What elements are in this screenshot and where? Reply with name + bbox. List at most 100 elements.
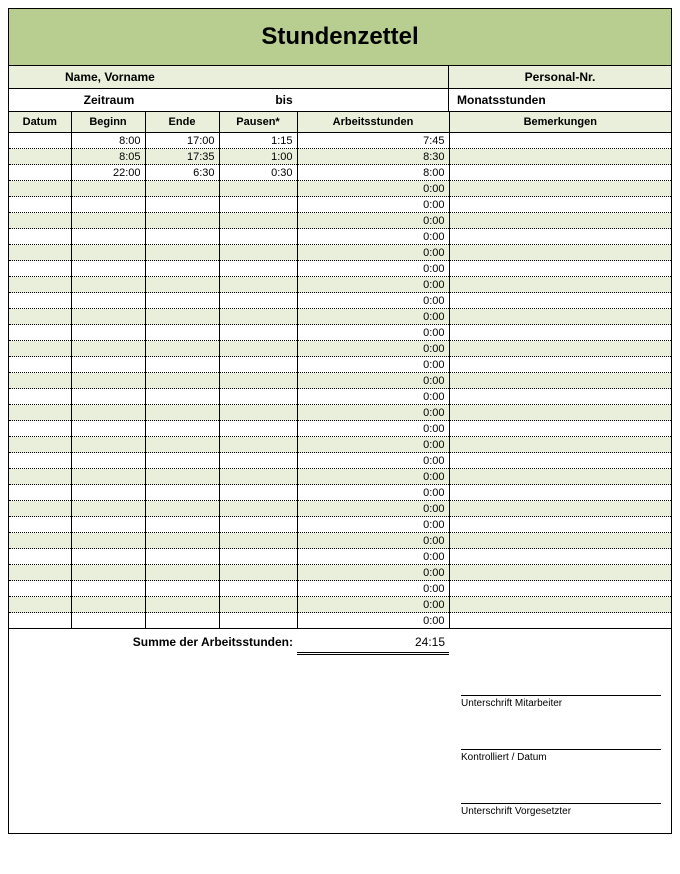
cell-datum: [9, 165, 71, 181]
cell-ende: [145, 245, 219, 261]
cell-arbeit: 0:00: [297, 581, 449, 597]
cell-arbeit: 0:00: [297, 469, 449, 485]
cell-bemerk: [449, 389, 671, 405]
page-title: Stundenzettel: [9, 23, 671, 51]
cell-ende: [145, 453, 219, 469]
cell-pausen: [219, 421, 297, 437]
cell-beginn: [71, 357, 145, 373]
cell-ende: [145, 229, 219, 245]
cell-bemerk: [449, 565, 671, 581]
col-beginn: Beginn: [71, 112, 145, 133]
cell-arbeit: 8:00: [297, 165, 449, 181]
cell-arbeit: 0:00: [297, 597, 449, 613]
cell-datum: [9, 533, 71, 549]
cell-bemerk: [449, 597, 671, 613]
table-row: 0:00: [9, 597, 671, 613]
cell-beginn: [71, 421, 145, 437]
cell-ende: [145, 533, 219, 549]
cell-datum: [9, 373, 71, 389]
cell-pausen: [219, 213, 297, 229]
cell-beginn: [71, 469, 145, 485]
cell-ende: [145, 213, 219, 229]
table-row: 8:0017:001:157:45: [9, 133, 671, 149]
title-bar: Stundenzettel: [9, 9, 671, 66]
table-row: 22:006:300:308:00: [9, 165, 671, 181]
cell-arbeit: 0:00: [297, 437, 449, 453]
cell-ende: [145, 485, 219, 501]
table-row: 0:00: [9, 389, 671, 405]
sig-label-vorgesetzter: Unterschrift Vorgesetzter: [461, 803, 661, 817]
table-row: 0:00: [9, 341, 671, 357]
label-bis: bis: [209, 89, 359, 111]
cell-datum: [9, 597, 71, 613]
cell-ende: [145, 501, 219, 517]
table-row: 0:00: [9, 181, 671, 197]
label-name: Name, Vorname: [9, 66, 449, 88]
cell-arbeit: 7:45: [297, 133, 449, 149]
cell-datum: [9, 389, 71, 405]
cell-pausen: [219, 261, 297, 277]
cell-datum: [9, 549, 71, 565]
cell-arbeit: 0:00: [297, 517, 449, 533]
hours-table: Datum Beginn Ende Pausen* Arbeitsstunden…: [9, 112, 671, 629]
cell-datum: [9, 245, 71, 261]
col-datum: Datum: [9, 112, 71, 133]
cell-bemerk: [449, 613, 671, 629]
cell-bemerk: [449, 501, 671, 517]
cell-beginn: [71, 325, 145, 341]
cell-beginn: [71, 277, 145, 293]
cell-arbeit: 0:00: [297, 533, 449, 549]
cell-pausen: [219, 501, 297, 517]
cell-beginn: [71, 213, 145, 229]
cell-datum: [9, 581, 71, 597]
cell-beginn: [71, 533, 145, 549]
cell-beginn: [71, 485, 145, 501]
sig-label-kontrolliert: Kontrolliert / Datum: [461, 749, 661, 763]
table-row: 0:00: [9, 533, 671, 549]
table-row: 0:00: [9, 197, 671, 213]
cell-beginn: [71, 501, 145, 517]
table-row: 0:00: [9, 613, 671, 629]
timesheet: Stundenzettel Name, Vorname Personal-Nr.…: [8, 8, 672, 834]
cell-pausen: [219, 325, 297, 341]
cell-datum: [9, 261, 71, 277]
cell-datum: [9, 181, 71, 197]
cell-arbeit: 0:00: [297, 373, 449, 389]
cell-pausen: [219, 197, 297, 213]
cell-beginn: 22:00: [71, 165, 145, 181]
cell-ende: [145, 293, 219, 309]
table-row: 0:00: [9, 357, 671, 373]
cell-pausen: [219, 277, 297, 293]
sum-label: Summe der Arbeitsstunden:: [9, 629, 297, 655]
cell-beginn: [71, 197, 145, 213]
label-monatsstunden: Monatsstunden: [449, 89, 671, 111]
cell-beginn: [71, 389, 145, 405]
col-arbeitsstunden: Arbeitsstunden: [297, 112, 449, 133]
cell-ende: [145, 261, 219, 277]
table-row: 0:00: [9, 405, 671, 421]
table-row: 0:00: [9, 437, 671, 453]
table-row: 0:00: [9, 421, 671, 437]
cell-bemerk: [449, 181, 671, 197]
cell-bemerk: [449, 309, 671, 325]
cell-datum: [9, 437, 71, 453]
cell-datum: [9, 421, 71, 437]
cell-arbeit: 8:30: [297, 149, 449, 165]
cell-ende: [145, 357, 219, 373]
cell-bemerk: [449, 149, 671, 165]
cell-ende: [145, 597, 219, 613]
cell-ende: 17:35: [145, 149, 219, 165]
cell-ende: [145, 517, 219, 533]
cell-arbeit: 0:00: [297, 421, 449, 437]
cell-datum: [9, 517, 71, 533]
cell-arbeit: 0:00: [297, 389, 449, 405]
sum-row: Summe der Arbeitsstunden: 24:15: [9, 629, 671, 655]
cell-arbeit: 0:00: [297, 277, 449, 293]
cell-beginn: [71, 245, 145, 261]
cell-datum: [9, 341, 71, 357]
cell-ende: [145, 565, 219, 581]
sum-value: 24:15: [297, 629, 449, 655]
cell-pausen: [219, 373, 297, 389]
cell-bemerk: [449, 325, 671, 341]
cell-bemerk: [449, 533, 671, 549]
